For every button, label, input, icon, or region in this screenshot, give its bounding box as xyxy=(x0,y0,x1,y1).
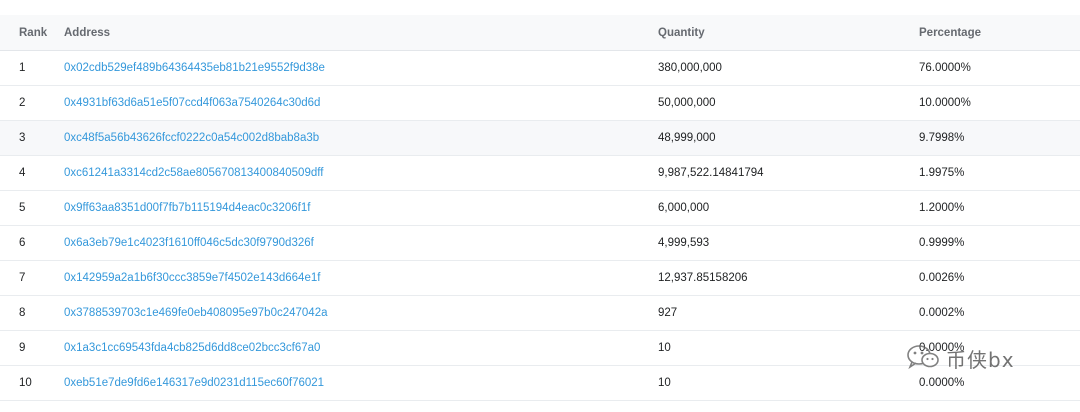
quantity-cell: 10 xyxy=(658,342,671,354)
table-row: 8 0x3788539703c1e469fe0eb408095e97b0c2470… xyxy=(0,296,1080,331)
quantity-cell: 50,000,000 xyxy=(658,97,716,109)
wechat-icon xyxy=(906,343,940,374)
header-rank[interactable]: Rank xyxy=(19,15,47,50)
rank-cell: 4 xyxy=(19,167,26,179)
address-link[interactable]: 0xc48f5a56b43626fccf0222c0a54c002d8bab8a… xyxy=(64,132,319,144)
percentage-cell: 10.0000% xyxy=(919,97,971,109)
address-link[interactable]: 0x02cdb529ef489b64364435eb81b21e9552f9d3… xyxy=(64,62,325,74)
rank-cell: 1 xyxy=(19,62,26,74)
rank-cell: 7 xyxy=(19,272,26,284)
quantity-cell: 380,000,000 xyxy=(658,62,722,74)
address-link[interactable]: 0x142959a2a1b6f30ccc3859e7f4502e143d664e… xyxy=(64,272,320,284)
quantity-cell: 927 xyxy=(658,307,678,319)
address-link[interactable]: 0x9ff63aa8351d00f7fb7b115194d4eac0c3206f… xyxy=(64,202,310,214)
percentage-cell: 76.0000% xyxy=(919,62,971,74)
rank-cell: 9 xyxy=(19,342,26,354)
address-link[interactable]: 0xeb51e7de9fd6e146317e9d0231d115ec60f760… xyxy=(64,377,324,389)
address-cell: 0xc48f5a56b43626fccf0222c0a54c002d8bab8a… xyxy=(64,121,319,155)
quantity-cell: 48,999,000 xyxy=(658,132,716,144)
address-cell: 0x6a3eb79e1c4023f1610ff046c5dc30f9790d32… xyxy=(64,226,314,260)
header-percentage[interactable]: Percentage xyxy=(919,15,981,50)
address-link[interactable]: 0x3788539703c1e469fe0eb408095e97b0c24704… xyxy=(64,307,327,319)
quantity-cell: 12,937.85158206 xyxy=(658,272,748,284)
address-cell: 0x142959a2a1b6f30ccc3859e7f4502e143d664e… xyxy=(64,261,320,295)
address-cell: 0xeb51e7de9fd6e146317e9d0231d115ec60f760… xyxy=(64,366,324,400)
quantity-cell: 4,999,593 xyxy=(658,237,710,249)
percentage-cell: 0.9999% xyxy=(919,237,965,249)
address-cell: 0x4931bf63d6a51e5f07ccd4f063a7540264c30d… xyxy=(64,86,320,120)
header-quantity[interactable]: Quantity xyxy=(658,15,705,50)
table-row: 5 0x9ff63aa8351d00f7fb7b115194d4eac0c3206… xyxy=(0,191,1080,226)
address-link[interactable]: 0x1a3c1cc69543fda4cb825d6dd8ce02bcc3cf67… xyxy=(64,342,320,354)
table-row: 6 0x6a3eb79e1c4023f1610ff046c5dc30f9790d3… xyxy=(0,226,1080,261)
table-row: 7 0x142959a2a1b6f30ccc3859e7f4502e143d664… xyxy=(0,261,1080,296)
table-row: 1 0x02cdb529ef489b64364435eb81b21e9552f9d… xyxy=(0,51,1080,86)
address-cell: 0x1a3c1cc69543fda4cb825d6dd8ce02bcc3cf67… xyxy=(64,331,320,365)
header-address[interactable]: Address xyxy=(64,15,110,50)
address-link[interactable]: 0x4931bf63d6a51e5f07ccd4f063a7540264c30d… xyxy=(64,97,320,109)
percentage-cell: 0.0026% xyxy=(919,272,965,284)
watermark-text: 币侠bx xyxy=(946,348,1015,372)
rank-cell: 3 xyxy=(19,132,26,144)
rank-cell: 5 xyxy=(19,202,26,214)
rank-cell: 10 xyxy=(19,377,32,389)
rank-cell: 6 xyxy=(19,237,26,249)
address-link[interactable]: 0x6a3eb79e1c4023f1610ff046c5dc30f9790d32… xyxy=(64,237,314,249)
percentage-cell: 1.2000% xyxy=(919,202,965,214)
address-cell: 0x9ff63aa8351d00f7fb7b115194d4eac0c3206f… xyxy=(64,191,310,225)
percentage-cell: 9.7998% xyxy=(919,132,965,144)
table-header: Rank Address Quantity Percentage xyxy=(0,15,1080,51)
rank-cell: 8 xyxy=(19,307,26,319)
rank-cell: 2 xyxy=(19,97,26,109)
address-cell: 0x3788539703c1e469fe0eb408095e97b0c24704… xyxy=(64,296,327,330)
quantity-cell: 10 xyxy=(658,377,671,389)
address-link[interactable]: 0xc61241a3314cd2c58ae805670813400840509d… xyxy=(64,167,323,179)
quantity-cell: 9,987,522.14841794 xyxy=(658,167,764,179)
table-row: 4 0xc61241a3314cd2c58ae805670813400840509… xyxy=(0,156,1080,191)
table-row: 2 0x4931bf63d6a51e5f07ccd4f063a7540264c30… xyxy=(0,86,1080,121)
table-row: 3 0xc48f5a56b43626fccf0222c0a54c002d8bab8… xyxy=(0,121,1080,156)
percentage-cell: 1.9975% xyxy=(919,167,965,179)
address-cell: 0x02cdb529ef489b64364435eb81b21e9552f9d3… xyxy=(64,51,325,85)
address-cell: 0xc61241a3314cd2c58ae805670813400840509d… xyxy=(64,156,323,190)
percentage-cell: 0.0002% xyxy=(919,307,965,319)
quantity-cell: 6,000,000 xyxy=(658,202,710,214)
watermark: 币侠bx xyxy=(906,343,1015,374)
